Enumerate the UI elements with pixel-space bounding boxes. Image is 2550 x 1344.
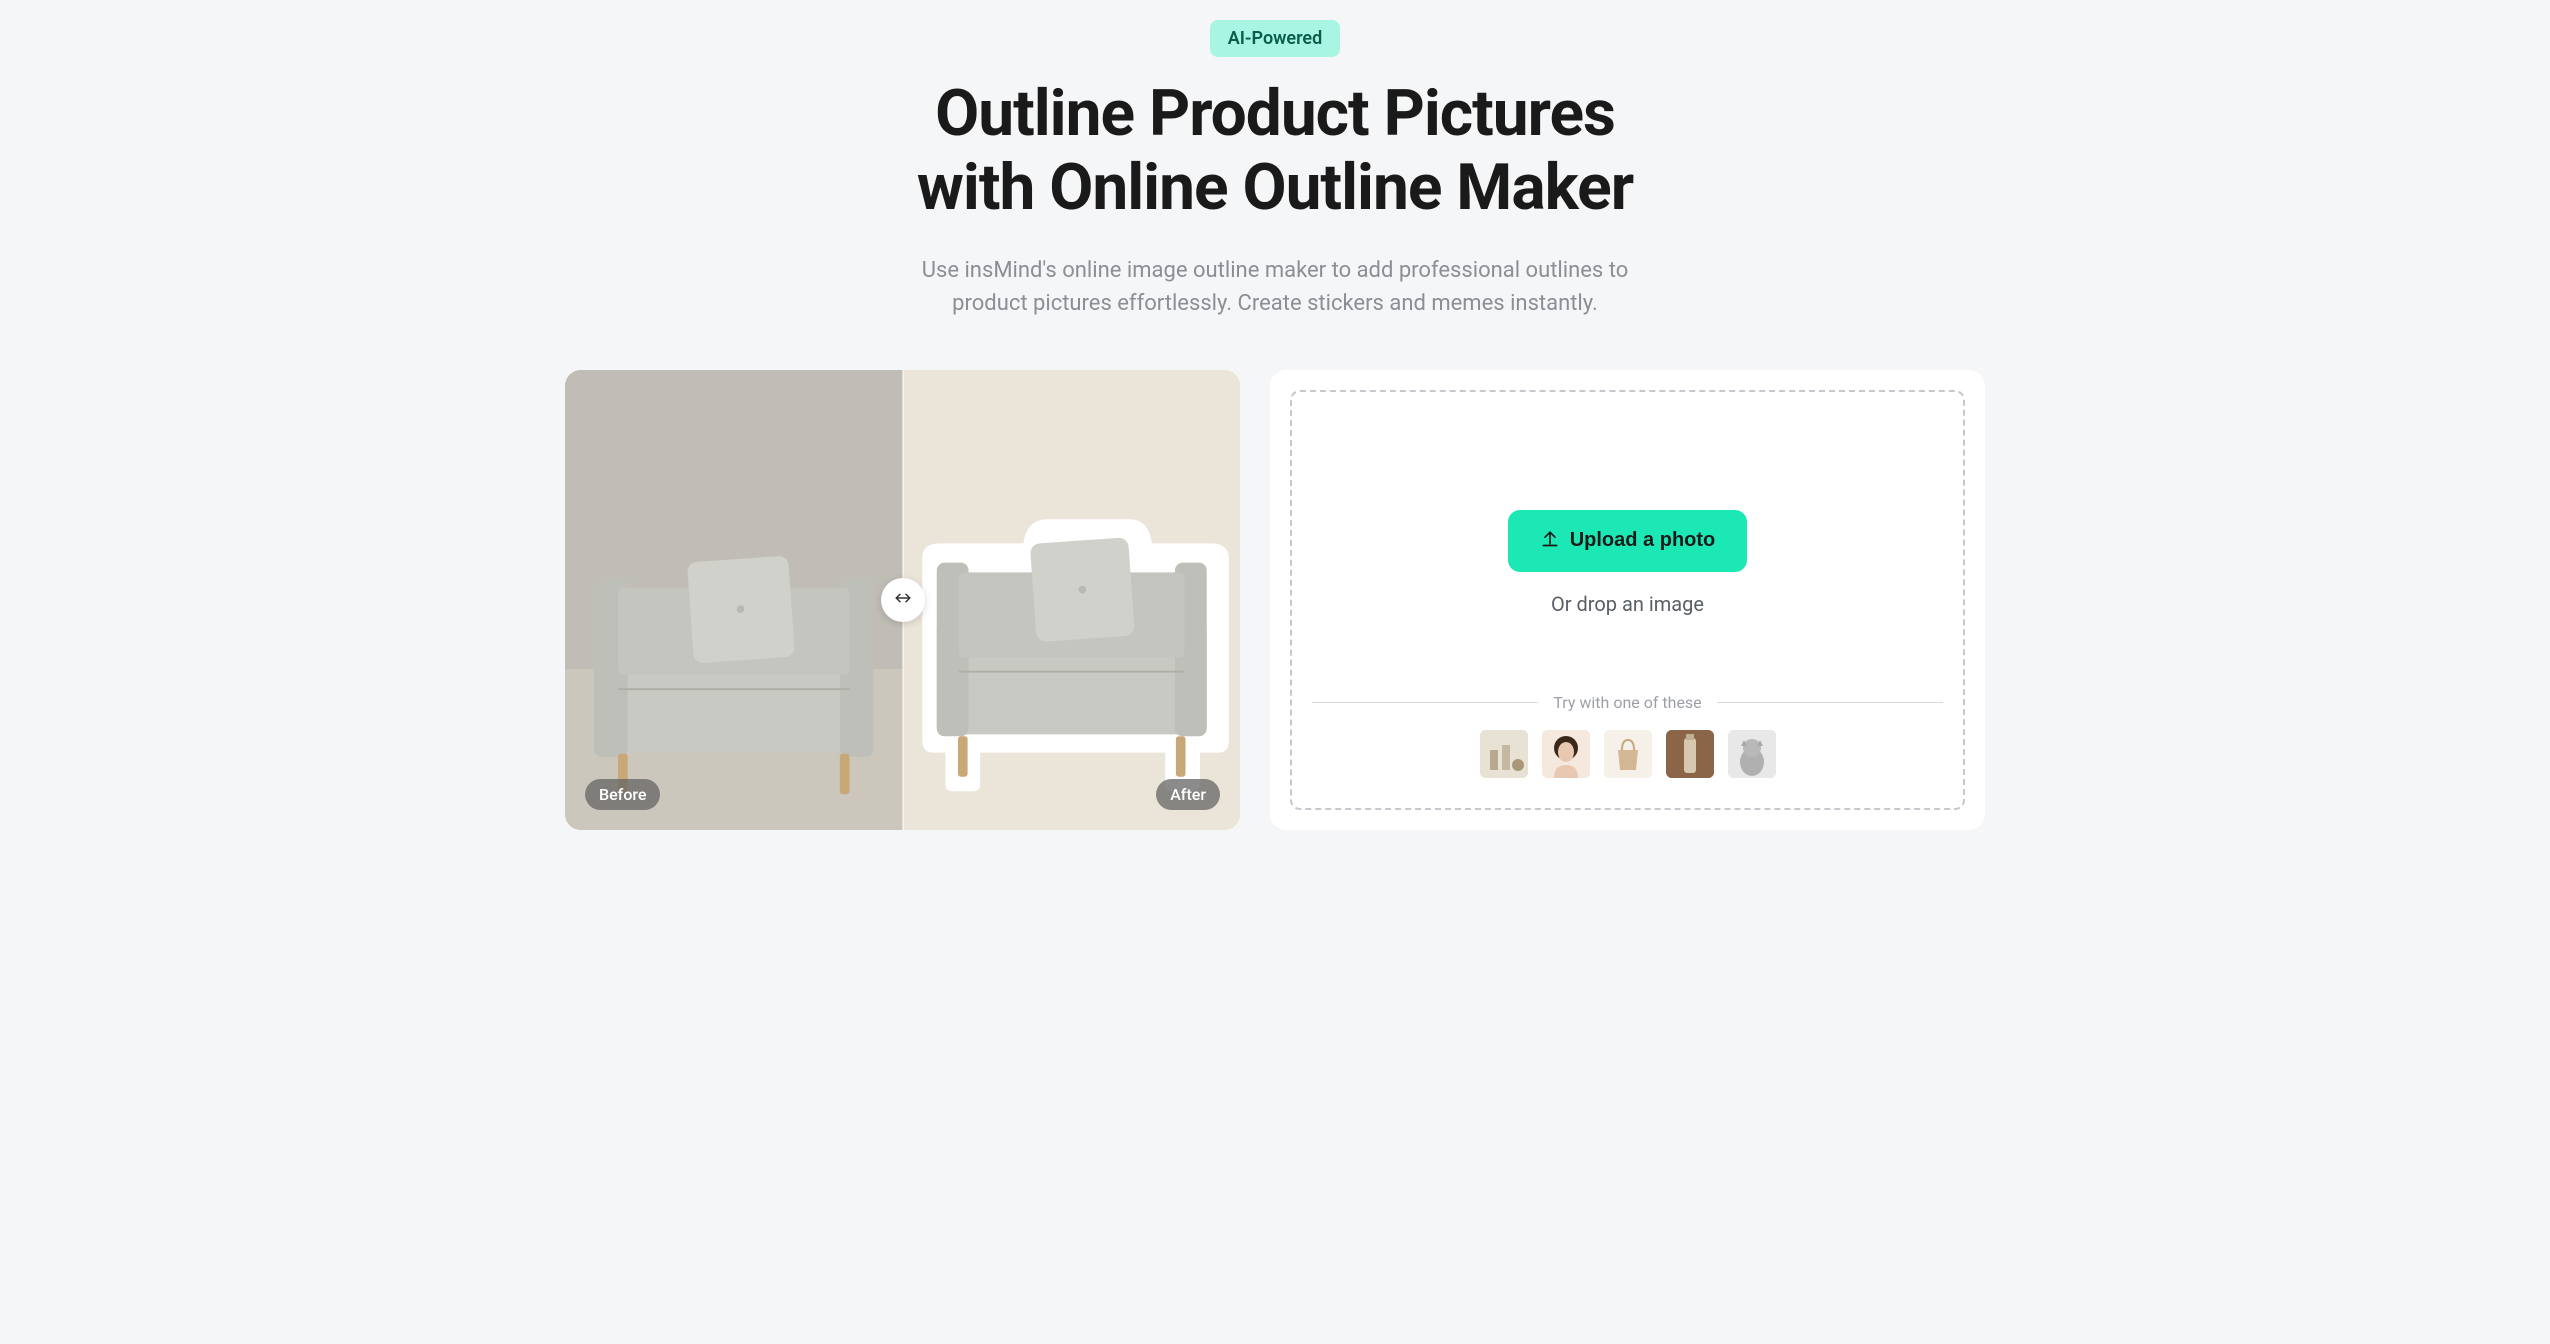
drop-hint-text: Or drop an image: [1551, 592, 1704, 616]
before-after-preview: Before After: [565, 370, 1240, 830]
samples-label: Try with one of these: [1553, 693, 1701, 712]
after-label: After: [1156, 779, 1220, 810]
preview-after-side: [903, 370, 1241, 830]
sofa-after-image: [903, 500, 1241, 810]
sample-thumb-bottle[interactable]: [1666, 730, 1714, 778]
upload-icon: [1540, 528, 1560, 554]
upload-panel: Upload a photo Or drop an image Try with…: [1270, 370, 1985, 830]
title-line-1: Outline Product Pictures: [935, 76, 1615, 151]
comparison-slider-handle[interactable]: [881, 578, 925, 622]
upload-photo-button[interactable]: Upload a photo: [1508, 510, 1748, 572]
upload-center: Upload a photo Or drop an image: [1508, 432, 1748, 693]
title-line-2: with Online Outline Maker: [917, 150, 1633, 225]
samples-section: Try with one of these: [1312, 693, 1943, 778]
preview-before-side: [565, 370, 903, 830]
sample-thumbnails-row: [1312, 730, 1943, 778]
sample-thumb-portrait[interactable]: [1542, 730, 1590, 778]
sample-thumb-handbag[interactable]: [1604, 730, 1652, 778]
page-subtitle: Use insMind's online image outline maker…: [915, 254, 1635, 320]
sample-thumb-cosmetics[interactable]: [1480, 730, 1528, 778]
upload-dropzone[interactable]: Upload a photo Or drop an image Try with…: [1290, 390, 1965, 810]
sofa-before-image: [565, 510, 903, 800]
upload-button-label: Upload a photo: [1570, 529, 1716, 552]
content-row: Before After Upload a ph: [565, 370, 1985, 830]
page-title: Outline Product Pictures with Online Out…: [565, 77, 1985, 224]
hero-section: AI-Powered Outline Product Pictures with…: [565, 20, 1985, 320]
divider-line-right: [1717, 702, 1943, 703]
samples-header: Try with one of these: [1312, 693, 1943, 712]
horizontal-arrows-icon: [894, 589, 912, 611]
before-label: Before: [585, 779, 660, 810]
divider-line-left: [1312, 702, 1538, 703]
ai-powered-badge: AI-Powered: [1210, 20, 1341, 57]
sample-thumb-cat[interactable]: [1728, 730, 1776, 778]
